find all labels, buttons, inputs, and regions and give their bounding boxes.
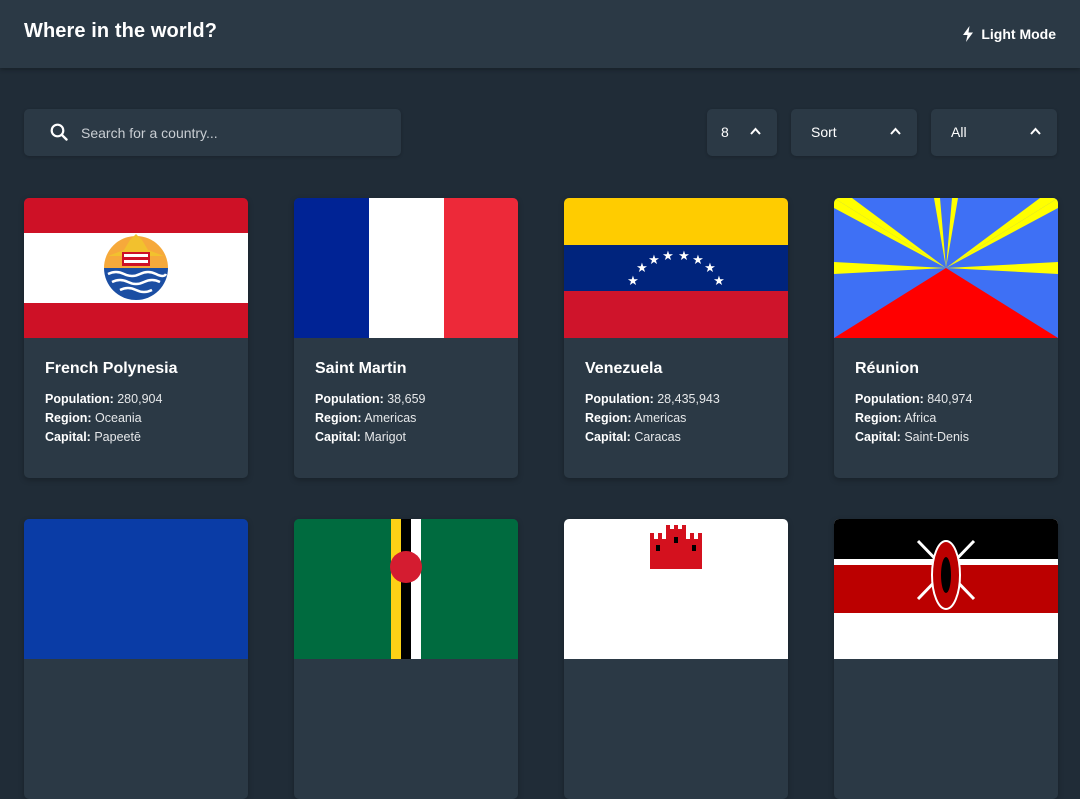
flag-image-blue [24,519,248,659]
country-card[interactable]: Saint Martin Population: 38,659 Region: … [294,198,518,478]
region-value: Africa [904,411,937,425]
svg-text:★: ★ [627,274,639,289]
controls-bar: 8 Sort All [0,109,1080,156]
country-name: French Polynesia [45,360,178,377]
flag-image-reunion [834,198,1058,338]
svg-text:★: ★ [648,253,660,268]
population-value: 28,435,943 [657,392,720,406]
svg-text:★: ★ [713,274,725,289]
count-select-value: 8 [721,124,729,140]
region-label: Region: [585,411,632,425]
region-select-value: All [951,124,967,140]
svg-text:★: ★ [678,249,690,264]
flag-image-gibraltar [564,519,788,659]
region-row: Region: Americas [315,411,416,425]
capital-row: Capital: Caracas [585,430,681,444]
country-card[interactable] [564,519,788,799]
capital-value: Marigot [364,430,407,444]
search-box[interactable] [24,109,401,156]
chevron-up-icon [750,127,761,135]
capital-value: Caracas [634,430,681,444]
capital-value: Papeetē [94,430,141,444]
country-card[interactable] [834,519,1058,799]
flag-image-venezuela: ★ ★ ★ ★ ★ ★ ★ ★ [564,198,788,338]
region-row: Region: Oceania [45,411,142,425]
population-row: Population: 28,435,943 [585,392,720,406]
capital-label: Capital: [45,430,91,444]
lightning-icon [963,26,974,42]
region-value: Oceania [95,411,142,425]
sort-select[interactable]: Sort [791,109,917,156]
svg-text:★: ★ [636,261,648,276]
theme-toggle-label: Light Mode [981,26,1056,42]
flag-image-saint-martin [294,198,518,338]
capital-row: Capital: Marigot [315,430,406,444]
region-value: Americas [364,411,417,425]
region-row: Region: Africa [855,411,936,425]
population-label: Population: [315,392,384,406]
population-row: Population: 38,659 [315,392,425,406]
search-input[interactable] [81,109,391,156]
country-card[interactable] [294,519,518,799]
country-card[interactable]: French Polynesia Population: 280,904 Reg… [24,198,248,478]
app-header: Where in the world? Light Mode [0,0,1080,68]
flag-image-dominica [294,519,518,659]
population-label: Population: [855,392,924,406]
country-card[interactable]: Réunion Population: 840,974 Region: Afri… [834,198,1058,478]
country-name: Venezuela [585,360,663,377]
population-value: 280,904 [117,392,163,406]
capital-label: Capital: [855,430,901,444]
theme-toggle-button[interactable]: Light Mode [961,26,1056,42]
country-name: Réunion [855,360,919,377]
svg-text:★: ★ [662,249,674,264]
country-card[interactable]: ★ ★ ★ ★ ★ ★ ★ ★ Venezuela Population: 28… [564,198,788,478]
region-label: Region: [855,411,902,425]
population-value: 38,659 [387,392,426,406]
count-select[interactable]: 8 [707,109,777,156]
region-select[interactable]: All [931,109,1057,156]
capital-value: Saint-Denis [904,430,969,444]
search-icon [50,123,68,141]
region-row: Region: Americas [585,411,686,425]
population-label: Population: [585,392,654,406]
population-row: Population: 840,974 [855,392,972,406]
region-value: Americas [634,411,687,425]
region-label: Region: [315,411,362,425]
capital-label: Capital: [585,430,631,444]
flag-image-kenya [834,519,1058,659]
country-card[interactable] [24,519,248,799]
sort-select-value: Sort [811,124,837,140]
population-row: Population: 280,904 [45,392,162,406]
population-label: Population: [45,392,114,406]
capital-row: Capital: Papeetē [45,430,141,444]
chevron-up-icon [1030,127,1041,135]
chevron-up-icon [890,127,901,135]
population-value: 840,974 [927,392,973,406]
app-title: Where in the world? [24,20,218,42]
capital-row: Capital: Saint-Denis [855,430,969,444]
flag-image-french-polynesia [24,198,248,338]
svg-text:★: ★ [692,253,704,268]
capital-label: Capital: [315,430,361,444]
country-name: Saint Martin [315,360,407,377]
region-label: Region: [45,411,92,425]
